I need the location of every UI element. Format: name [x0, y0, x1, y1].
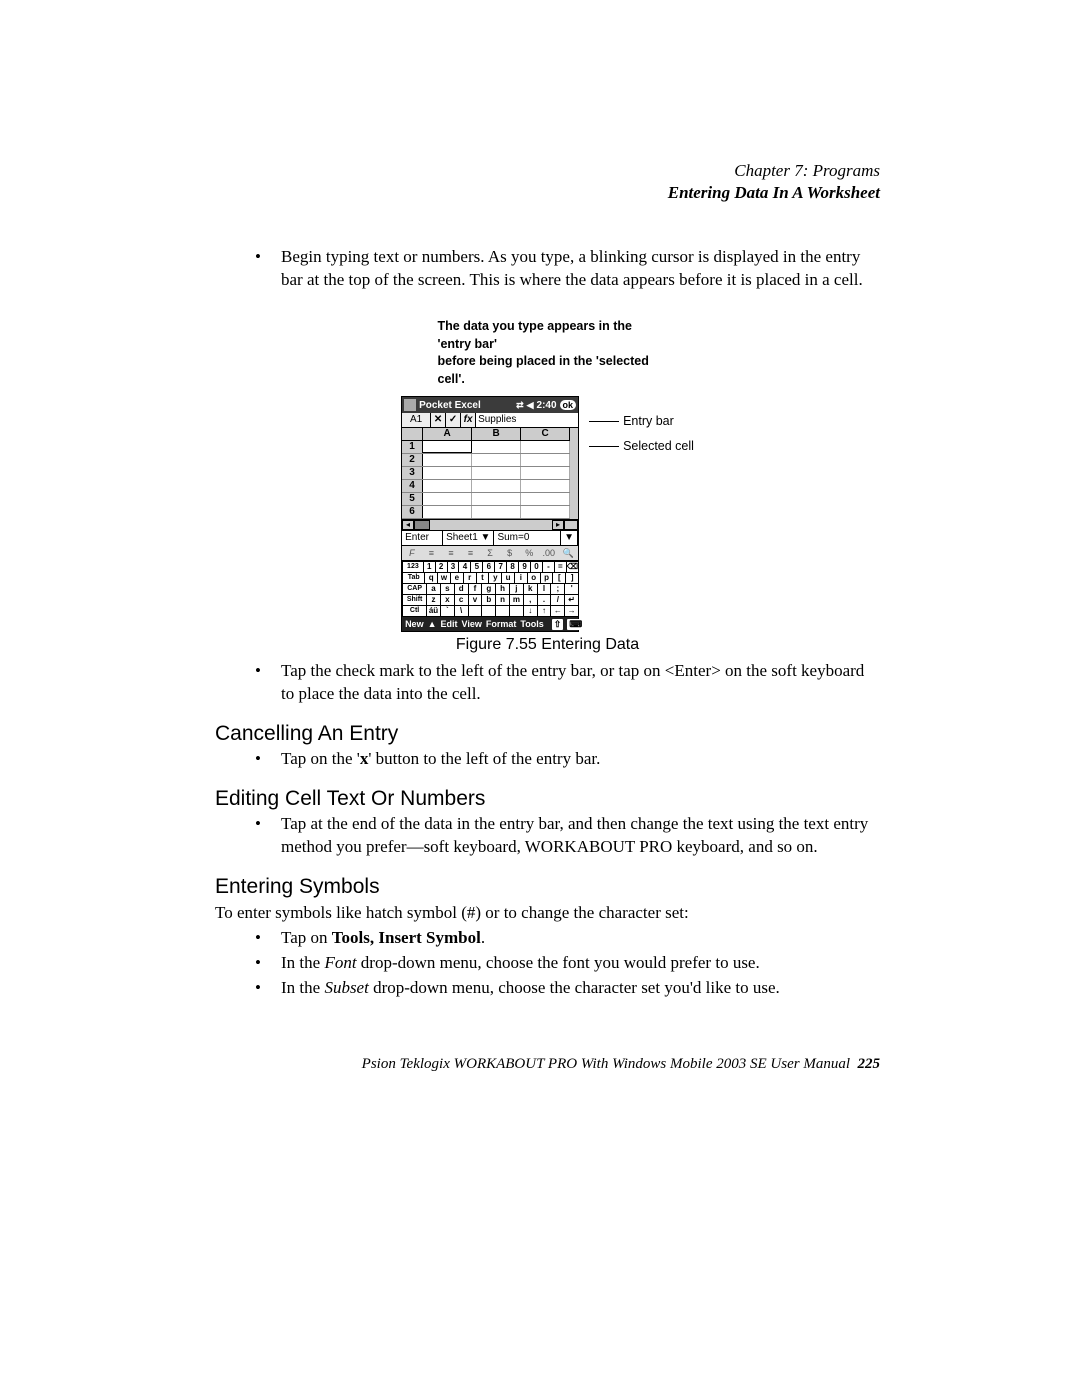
key-↑[interactable]: ↑	[537, 605, 552, 617]
menu-bar: New ▲ Edit View Format Tools ⇧ ⌨ ▲	[402, 616, 578, 631]
kb-row-2: CAPasdfghjkl;'	[402, 583, 578, 594]
soft-keyboard: 1231234567890-=⌫ Tabqwertyuiop[] CAPasdf…	[402, 560, 578, 616]
status-enter: Enter	[402, 531, 443, 545]
entry-bar: A1 ✕ ✓ fx Supplies	[402, 413, 578, 428]
figure-caption: Figure 7.55 Entering Data	[215, 636, 880, 654]
start-flag-icon	[404, 399, 416, 411]
bullet-list-symbols: Tap on Tools, Insert Symbol. In the Font…	[215, 927, 880, 1000]
bullet-begin-typing: Begin typing text or numbers. As you typ…	[255, 246, 880, 292]
status-row: Enter Sheet1 ▼ Sum=0 ▼	[402, 530, 578, 545]
key-\[interactable]: \	[454, 605, 469, 617]
page-footer: Psion Teklogix WORKABOUT PRO With Window…	[215, 1056, 880, 1073]
keyboard-icon[interactable]: ⌨	[567, 619, 584, 630]
align-center-icon[interactable]: ≡	[441, 548, 461, 558]
entry-field[interactable]: Supplies	[476, 413, 578, 427]
bullet-list-edit: Tap at the end of the data in the entry …	[215, 813, 880, 859]
col-b[interactable]: B	[472, 428, 521, 440]
key-Ctl[interactable]: Ctl	[402, 605, 427, 617]
dropdown-icon[interactable]: ▼	[561, 531, 578, 545]
col-c[interactable]: C	[521, 428, 570, 440]
sheet-selector[interactable]: Sheet1 ▼	[443, 531, 494, 545]
bullet-tap-x: Tap on the 'x' button to the left of the…	[255, 748, 880, 771]
app-title: Pocket Excel	[419, 400, 481, 411]
bullet-list-2: Tap the check mark to the left of the en…	[215, 660, 880, 706]
section-label: Entering Data In A Worksheet	[215, 182, 880, 204]
heading-editing: Editing Cell Text Or Numbers	[215, 787, 880, 811]
bullet-list-1: Begin typing text or numbers. As you typ…	[215, 246, 880, 292]
bullet-tools-insert: Tap on Tools, Insert Symbol.	[255, 927, 880, 950]
sip-up-icon[interactable]: ⇧	[552, 619, 564, 630]
key-←[interactable]: ←	[550, 605, 565, 617]
horizontal-scrollbar[interactable]: ◂▸	[402, 519, 578, 530]
key-space[interactable]	[509, 605, 524, 617]
sip-arrow-icon[interactable]: ▲	[588, 619, 597, 629]
format-toolbar: F ≡ ≡ ≡ Σ $ % .00 🔍	[402, 545, 578, 560]
font-icon[interactable]: F	[402, 548, 422, 558]
key-space[interactable]	[495, 605, 510, 617]
align-left-icon[interactable]: ≡	[422, 548, 442, 558]
key-→[interactable]: →	[564, 605, 579, 617]
connectivity-icon: ⇄	[516, 400, 524, 411]
titlebar: Pocket Excel ⇄ ◀ 2:40 ok	[402, 397, 578, 413]
bullet-subset-dropdown: In the Subset drop-down menu, choose the…	[255, 977, 880, 1000]
key-áü[interactable]: áü	[426, 605, 441, 617]
menu-format[interactable]: Format	[486, 619, 517, 629]
key-space[interactable]	[481, 605, 496, 617]
kb-row-1: Tabqwertyuiop[]	[402, 572, 578, 583]
bullet-tap-check: Tap the check mark to the left of the en…	[255, 660, 880, 706]
percent-icon[interactable]: %	[519, 548, 539, 558]
pocket-excel-screenshot: Pocket Excel ⇄ ◀ 2:40 ok A1 ✕ ✓ fx Suppl…	[401, 396, 579, 632]
zoom-icon[interactable]: 🔍	[559, 548, 579, 559]
align-right-icon[interactable]: ≡	[461, 548, 481, 558]
heading-symbols: Entering Symbols	[215, 875, 880, 899]
menu-edit[interactable]: Edit	[441, 619, 458, 629]
cell-a1-selected[interactable]	[422, 440, 472, 453]
kb-row-4: Ctláü`\ ↓↑←→	[402, 605, 578, 616]
menu-tools[interactable]: Tools	[520, 619, 543, 629]
page-header: Chapter 7: Programs Entering Data In A W…	[215, 160, 880, 204]
key-↓[interactable]: ↓	[523, 605, 538, 617]
cancel-x-button[interactable]: ✕	[431, 413, 446, 427]
key-space[interactable]	[468, 605, 483, 617]
bullet-list-cancel: Tap on the 'x' button to the left of the…	[215, 748, 880, 771]
currency-icon[interactable]: $	[500, 548, 520, 558]
kb-row-0: 1231234567890-=⌫	[402, 561, 578, 572]
page-number: 225	[858, 1056, 881, 1072]
figure-note: The data you type appears in the 'entry …	[438, 318, 658, 388]
vertical-scrollbar[interactable]	[570, 428, 578, 519]
figure-callouts: Entry bar Selected cell	[589, 396, 694, 464]
kb-row-3: Shiftzxcvbnm,./↵	[402, 594, 578, 605]
fx-button[interactable]: fx	[461, 413, 476, 427]
chapter-label: Chapter 7: Programs	[215, 160, 880, 182]
symbols-intro: To enter symbols like hatch symbol (#) o…	[215, 903, 880, 923]
menu-up-icon[interactable]: ▲	[428, 619, 437, 629]
col-a[interactable]: A	[423, 428, 472, 440]
volume-icon: ◀	[527, 400, 534, 411]
ok-button[interactable]: ok	[560, 400, 577, 410]
row-1[interactable]: 1	[402, 441, 423, 453]
bullet-font-dropdown: In the Font drop-down menu, choose the f…	[255, 952, 880, 975]
status-sum: Sum=0	[494, 531, 561, 545]
callout-selected-cell: Selected cell	[623, 439, 694, 454]
heading-cancelling: Cancelling An Entry	[215, 722, 880, 746]
confirm-check-button[interactable]: ✓	[446, 413, 461, 427]
page-content: Chapter 7: Programs Entering Data In A W…	[0, 0, 1080, 1173]
autosum-icon[interactable]: Σ	[480, 548, 500, 558]
cell-reference[interactable]: A1	[402, 413, 431, 427]
decimal-icon[interactable]: .00	[539, 548, 559, 558]
menu-view[interactable]: View	[462, 619, 482, 629]
figure-7-55: Pocket Excel ⇄ ◀ 2:40 ok A1 ✕ ✓ fx Suppl…	[215, 396, 880, 632]
clock: 2:40	[537, 400, 557, 411]
key-`[interactable]: `	[440, 605, 455, 617]
callout-entry-bar: Entry bar	[623, 414, 674, 429]
bullet-edit-text: Tap at the end of the data in the entry …	[255, 813, 880, 859]
menu-new[interactable]: New	[405, 619, 424, 629]
